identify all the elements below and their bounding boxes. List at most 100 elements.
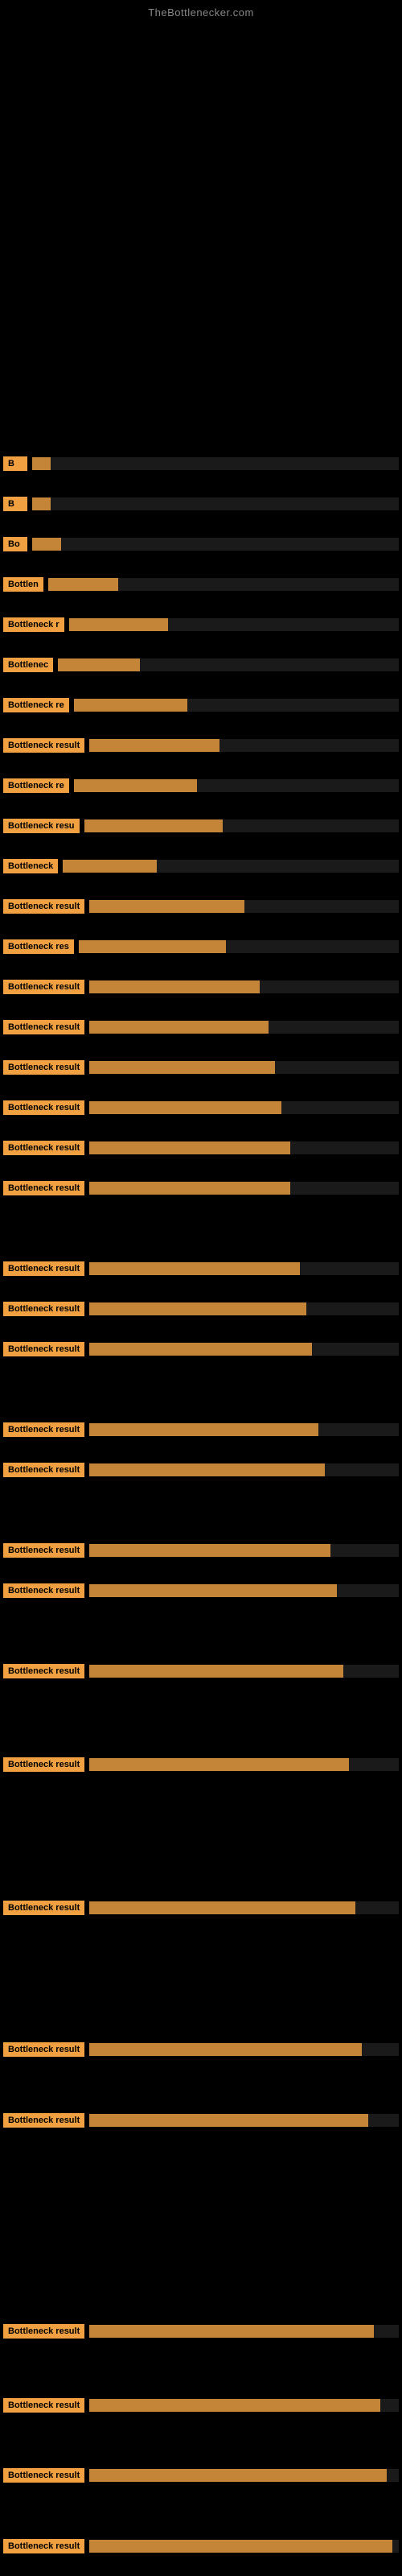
- bar-track: [89, 1343, 399, 1356]
- bar-track: [89, 1021, 399, 1034]
- bar-fill: [89, 1182, 290, 1195]
- bar-fill: [89, 1343, 312, 1356]
- bar-fill: [84, 819, 223, 832]
- result-label: Bottleneck result: [3, 1664, 84, 1678]
- bar-fill: [89, 1021, 269, 1034]
- result-label: Bottleneck result: [3, 1422, 84, 1437]
- result-label: Bottleneck result: [3, 1543, 84, 1558]
- bar-fill: [89, 980, 260, 993]
- bar-track: [89, 1101, 399, 1114]
- result-label: Bottleneck result: [3, 1261, 84, 1276]
- bar-fill: [89, 1061, 275, 1074]
- bar-fill: [74, 699, 188, 712]
- bar-fill: [89, 900, 244, 913]
- bar-fill: [89, 2114, 367, 2127]
- bar-track: [89, 2325, 399, 2338]
- result-label: Bottleneck resu: [3, 819, 80, 833]
- result-row: Bottleneck result: [0, 1757, 402, 1772]
- bar-track: [84, 819, 399, 832]
- bar-fill: [89, 1544, 330, 1557]
- bar-fill: [89, 2469, 386, 2482]
- bar-track: [89, 1182, 399, 1195]
- bar-track: [89, 1758, 399, 1771]
- result-label: Bottleneck result: [3, 1100, 84, 1115]
- result-row: Bottleneck result: [0, 2398, 402, 2413]
- bar-fill: [89, 2399, 380, 2412]
- result-row: Bottleneck resu: [0, 819, 402, 833]
- result-row: Bottleneck result: [0, 899, 402, 914]
- bar-track: [89, 1544, 399, 1557]
- bar-fill: [89, 1584, 337, 1597]
- bar-fill: [89, 1262, 300, 1275]
- bar-track: [89, 1584, 399, 1597]
- bar-track: [89, 1901, 399, 1914]
- bar-fill: [32, 538, 61, 551]
- bar-track: [89, 2540, 399, 2553]
- bar-fill: [32, 457, 51, 470]
- result-row: Bottleneck re: [0, 778, 402, 793]
- result-row: Bottleneck result: [0, 2324, 402, 2339]
- result-label: Bottleneck result: [3, 980, 84, 994]
- bar-track: [74, 779, 399, 792]
- bar-fill: [89, 1141, 290, 1154]
- bar-fill: [32, 497, 51, 510]
- result-row: Bottleneck result: [0, 1463, 402, 1477]
- result-label: Bottleneck result: [3, 1141, 84, 1155]
- bar-track: [69, 618, 399, 631]
- bar-track: [48, 578, 399, 591]
- result-label: Bottleneck re: [3, 698, 69, 712]
- bar-fill: [89, 1758, 349, 1771]
- bar-fill: [69, 618, 168, 631]
- result-label: Bottleneck re: [3, 778, 69, 793]
- result-row: Bottleneck result: [0, 1181, 402, 1195]
- result-row: Bottleneck result: [0, 2042, 402, 2057]
- bar-track: [89, 900, 399, 913]
- bar-track: [58, 658, 399, 671]
- result-label: Bottleneck result: [3, 2468, 84, 2483]
- bar-track: [32, 538, 399, 551]
- result-label: Bottleneck result: [3, 1302, 84, 1316]
- bar-track: [89, 739, 399, 752]
- result-row: Bottleneck result: [0, 1543, 402, 1558]
- result-label: B: [3, 497, 27, 511]
- result-row: Bottlen: [0, 577, 402, 592]
- result-row: Bottleneck result: [0, 1141, 402, 1155]
- bar-fill: [89, 1901, 355, 1914]
- result-label: Bottleneck r: [3, 617, 64, 632]
- results-container: BBBoBottlenBottleneck rBottlenecBottlene…: [0, 299, 402, 2472]
- result-label: Bottleneck result: [3, 1463, 84, 1477]
- bar-track: [89, 2469, 399, 2482]
- bar-track: [89, 2043, 399, 2056]
- result-label: Bottleneck res: [3, 939, 74, 954]
- result-label: Bottleneck result: [3, 1060, 84, 1075]
- site-title: TheBottlenecker.com: [0, 0, 402, 25]
- bar-track: [89, 1141, 399, 1154]
- result-label: Bottleneck result: [3, 1181, 84, 1195]
- result-label: Bottleneck result: [3, 2398, 84, 2413]
- bar-fill: [89, 1101, 281, 1114]
- result-row: Bo: [0, 537, 402, 551]
- result-row: B: [0, 456, 402, 471]
- bar-track: [89, 1463, 399, 1476]
- result-row: B: [0, 497, 402, 511]
- result-label: Bottleneck result: [3, 1583, 84, 1598]
- bar-fill: [89, 1463, 324, 1476]
- result-row: Bottleneck r: [0, 617, 402, 632]
- result-label: Bo: [3, 537, 27, 551]
- result-label: Bottleneck result: [3, 1757, 84, 1772]
- result-label: Bottleneck: [3, 859, 58, 873]
- bar-track: [89, 1423, 399, 1436]
- result-row: Bottleneck result: [0, 1261, 402, 1276]
- bar-track: [32, 457, 399, 470]
- result-label: Bottleneck result: [3, 1901, 84, 1915]
- result-label: Bottleneck result: [3, 2324, 84, 2339]
- bar-fill: [89, 2325, 374, 2338]
- result-label: Bottleneck result: [3, 1020, 84, 1034]
- result-row: Bottleneck result: [0, 1020, 402, 1034]
- bar-track: [63, 860, 399, 873]
- result-label: Bottleneck result: [3, 2539, 84, 2553]
- bar-fill: [79, 940, 226, 953]
- result-row: Bottleneck result: [0, 1422, 402, 1437]
- bar-track: [89, 1061, 399, 1074]
- bar-track: [79, 940, 399, 953]
